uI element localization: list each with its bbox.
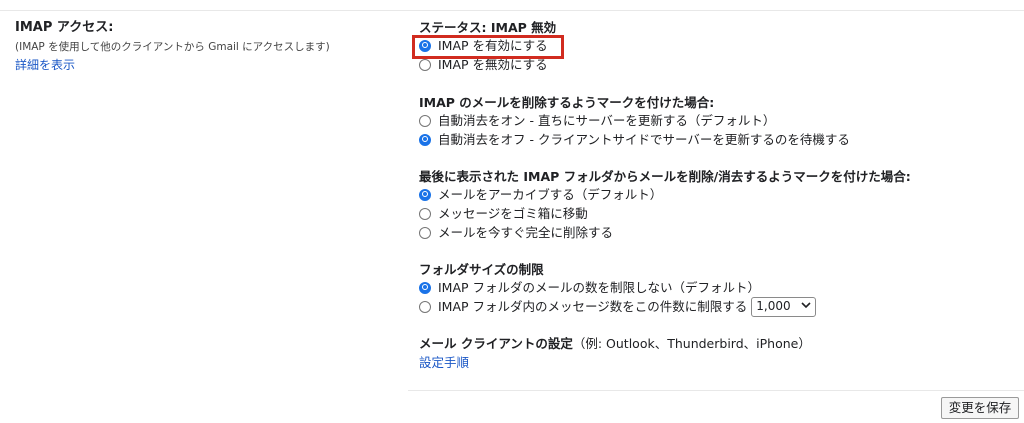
imap-access-title: IMAP アクセス: [15, 20, 114, 35]
folder-size-title: フォルダサイズの制限 [419, 262, 544, 277]
radio-selected-icon[interactable] [419, 39, 431, 52]
save-changes-button[interactable]: 変更を保存 [941, 397, 1019, 419]
radio-unselected-icon[interactable] [419, 207, 431, 220]
delete-forever-option[interactable]: メールを今すぐ完全に削除する [419, 223, 1019, 242]
delete-mark-group: IMAP のメールを削除するようマークを付けた場合: 自動消去をオン - 直ちに… [419, 94, 1019, 149]
radio-unselected-icon[interactable] [419, 300, 431, 313]
client-setup-group: メール クライアントの設定（例: Outlook、Thunderbird、iPh… [419, 335, 1019, 371]
move-to-trash-label: メッセージをゴミ箱に移動 [438, 206, 588, 221]
archive-option[interactable]: メールをアーカイブする（デフォルト） [419, 185, 1019, 204]
folder-size-group: フォルダサイズの制限 IMAP フォルダのメールの数を制限しない（デフォルト） … [419, 261, 1019, 317]
setup-instructions-link[interactable]: 設定手順 [419, 355, 469, 370]
auto-expunge-on-option[interactable]: 自動消去をオン - 直ちにサーバーを更新する（デフォルト） [419, 111, 1019, 130]
auto-expunge-on-label: 自動消去をオン - 直ちにサーバーを更新する（デフォルト） [438, 113, 776, 128]
bottom-divider [408, 390, 1024, 391]
radio-selected-icon[interactable] [419, 188, 431, 201]
auto-expunge-off-label: 自動消去をオフ - クライアントサイドでサーバーを更新するのを待機する [438, 132, 850, 147]
imap-settings-panel: ステータス: IMAP 無効 IMAP を有効にする IMAP を無効にする I… [419, 19, 1019, 371]
delete-forever-label: メールを今すぐ完全に削除する [438, 225, 614, 240]
auto-expunge-off-option[interactable]: 自動消去をオフ - クライアントサイドでサーバーを更新するのを待機する [419, 130, 1019, 149]
client-setup-title: メール クライアントの設定 [419, 336, 573, 351]
archive-label: メールをアーカイブする（デフォルト） [438, 187, 663, 202]
move-to-trash-option[interactable]: メッセージをゴミ箱に移動 [419, 204, 1019, 223]
limit-label: IMAP フォルダ内のメッセージ数をこの件数に制限する [438, 299, 748, 314]
expunge-group: 最後に表示された IMAP フォルダからメールを削除/消去するようマークを付けた… [419, 168, 1019, 242]
folder-limit-value: 1,000 [756, 299, 791, 313]
status-title: ステータス: IMAP 無効 [419, 20, 557, 35]
imap-access-description: (IMAP を使用して他のクライアントから Gmail にアクセスします) [15, 41, 330, 53]
enable-imap-option[interactable]: IMAP を有効にする [419, 36, 1019, 55]
no-limit-label: IMAP フォルダのメールの数を制限しない（デフォルト） [438, 280, 761, 295]
chevron-down-icon [801, 297, 811, 316]
folder-limit-select[interactable]: 1,000 [751, 296, 816, 317]
no-limit-option[interactable]: IMAP フォルダのメールの数を制限しない（デフォルト） [419, 278, 1019, 297]
radio-unselected-icon[interactable] [419, 114, 431, 127]
disable-imap-option[interactable]: IMAP を無効にする [419, 55, 1019, 74]
delete-mark-title: IMAP のメールを削除するようマークを付けた場合: [419, 95, 715, 110]
client-setup-row: メール クライアントの設定（例: Outlook、Thunderbird、iPh… [419, 335, 1019, 352]
radio-selected-icon[interactable] [419, 133, 431, 146]
radio-unselected-icon[interactable] [419, 58, 431, 71]
imap-section-header: IMAP アクセス: (IMAP を使用して他のクライアントから Gmail に… [15, 20, 395, 73]
client-examples: （例: Outlook、Thunderbird、iPhone） [572, 336, 811, 351]
enable-imap-label: IMAP を有効にする [438, 38, 548, 53]
radio-unselected-icon[interactable] [419, 226, 431, 239]
status-group: ステータス: IMAP 無効 IMAP を有効にする IMAP を無効にする [419, 19, 1019, 74]
radio-selected-icon[interactable] [419, 281, 431, 294]
disable-imap-label: IMAP を無効にする [438, 57, 548, 72]
limit-option[interactable]: IMAP フォルダ内のメッセージ数をこの件数に制限する 1,000 [419, 296, 1019, 317]
expunge-title: 最後に表示された IMAP フォルダからメールを削除/消去するようマークを付けた… [419, 169, 911, 184]
top-divider [0, 10, 1024, 11]
learn-more-link[interactable]: 詳細を表示 [15, 57, 75, 73]
